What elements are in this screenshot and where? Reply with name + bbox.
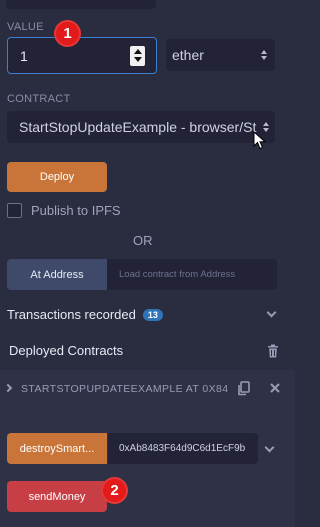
instance-title: STARTSTOPUPDATEEXAMPLE AT 0X84 [21,383,229,395]
deployed-contracts-label: Deployed Contracts [9,343,124,358]
publish-ipfs-label: Publish to IPFS [31,203,121,218]
spinner-icon[interactable] [130,45,145,66]
transactions-count-badge: 13 [142,308,163,321]
value-label: VALUE [7,21,44,33]
at-address-button[interactable]: At Address [7,259,107,290]
destroy-smart-button[interactable]: destroySmart... [7,433,107,464]
previous-field-stub [6,0,156,9]
close-icon[interactable] [270,383,280,393]
chevron-down-icon[interactable] [266,307,277,318]
at-address-input[interactable]: Load contract from Address [107,259,277,290]
transactions-recorded-header[interactable]: Transactions recorded 13 [7,307,163,322]
value-unit-select[interactable]: ether [166,39,275,71]
or-divider-text: OR [133,233,153,248]
contract-select[interactable]: StartStopUpdateExample - browser/St [7,111,275,143]
annotation-badge-two: 2 [101,477,128,504]
deploy-button[interactable]: Deploy [7,162,107,192]
value-amount-text: 1 [20,47,28,64]
send-money-button[interactable]: sendMoney [7,481,107,512]
transactions-recorded-label: Transactions recorded [7,307,136,322]
at-address-group: At Address Load contract from Address [7,259,277,290]
contract-selected-text: StartStopUpdateExample - browser/St [19,119,257,135]
select-arrows-icon [261,50,267,60]
annotation-badge-one: 1 [54,20,81,47]
spinner-up-icon[interactable] [133,49,142,54]
unit-selected-text: ether [172,47,204,63]
destroy-smart-argument-input[interactable]: 0xAb8483F64d9C6d1EcF9b [108,433,258,464]
publish-ipfs-checkbox[interactable] [7,203,22,218]
trash-icon[interactable] [267,344,279,358]
contract-label: CONTRACT [7,93,71,105]
cursor-pointer-icon [253,131,267,150]
value-amount-input[interactable]: 1 [7,37,157,74]
copy-icon[interactable] [237,381,250,396]
spinner-down-icon[interactable] [133,57,142,62]
